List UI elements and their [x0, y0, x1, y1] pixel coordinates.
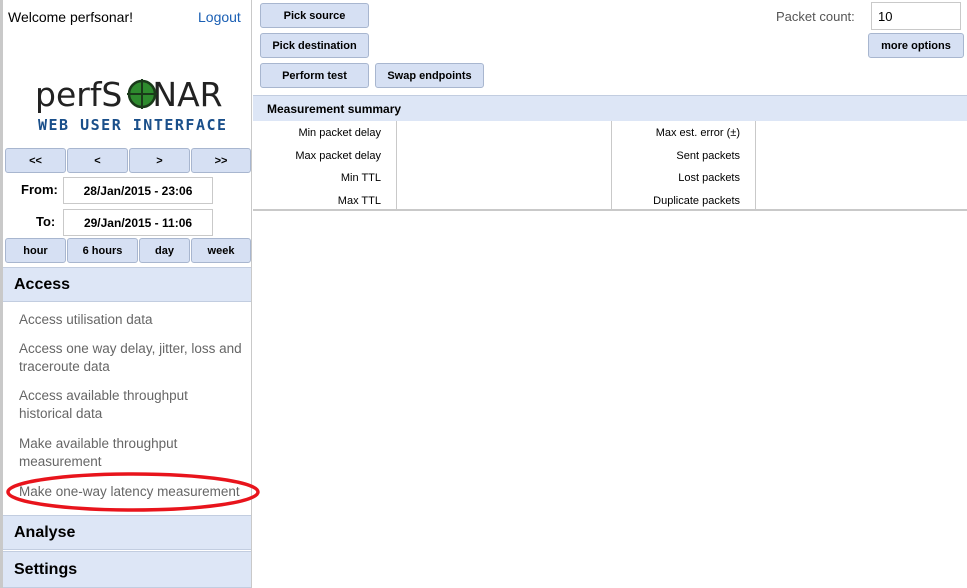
lost-packets-label: Lost packets	[678, 172, 740, 184]
access-section-header[interactable]: Access	[3, 267, 251, 302]
duplicate-packets-label: Duplicate packets	[653, 195, 740, 207]
from-date-field[interactable]: 28/Jan/2015 - 23:06	[63, 177, 213, 204]
period-week-button[interactable]: week	[191, 238, 251, 263]
sidebar: Welcome perfsonar! Logout perfS NAR WEB U…	[0, 0, 252, 588]
nav-next-button[interactable]: >	[129, 148, 190, 173]
measurement-summary-header: Measurement summary	[253, 95, 967, 121]
pick-source-button[interactable]: Pick source	[260, 3, 369, 28]
sent-packets-label: Sent packets	[676, 150, 740, 162]
table-divider	[396, 121, 397, 209]
measurement-summary-table: Min packet delay Max packet delay Min TT…	[253, 121, 967, 211]
make-throughput-measurement-link[interactable]: Make available throughput measurement	[19, 435, 244, 471]
period-6-hours-button[interactable]: 6 hours	[67, 238, 138, 263]
logo-title-part2: NAR	[152, 75, 222, 114]
max-est-error-label: Max est. error (±)	[655, 127, 740, 139]
min-packet-delay-label: Min packet delay	[298, 127, 381, 139]
from-label: From:	[21, 182, 58, 197]
logo-subtitle: WEB USER INTERFACE	[38, 116, 225, 134]
perform-test-button[interactable]: Perform test	[260, 63, 369, 88]
max-ttl-label: Max TTL	[337, 195, 381, 207]
period-day-button[interactable]: day	[139, 238, 190, 263]
more-options-button[interactable]: more options	[868, 33, 964, 58]
min-ttl-label: Min TTL	[340, 172, 381, 184]
table-divider	[611, 121, 612, 209]
logo-title-part1: perfS	[35, 75, 122, 114]
access-throughput-history-link[interactable]: Access available throughput historical d…	[19, 387, 244, 423]
to-label: To:	[36, 214, 56, 229]
packet-count-label: Packet count:	[776, 9, 855, 24]
make-one-way-latency-link[interactable]: Make one-way latency measurement	[19, 483, 244, 501]
nav-first-button[interactable]: <<	[5, 148, 66, 173]
logout-link[interactable]: Logout	[198, 9, 241, 25]
access-one-way-delay-link[interactable]: Access one way delay, jitter, loss and t…	[19, 340, 244, 376]
welcome-text: Welcome perfsonar!	[8, 9, 134, 25]
settings-section-header[interactable]: Settings	[3, 551, 251, 588]
nav-prev-button[interactable]: <	[67, 148, 128, 173]
max-packet-delay-label: Max packet delay	[295, 150, 381, 162]
perfsonar-logo: perfS NAR WEB USER INTERFACE	[35, 75, 225, 134]
to-date-field[interactable]: 29/Jan/2015 - 11:06	[63, 209, 213, 236]
packet-count-input[interactable]: 10	[871, 2, 961, 30]
pick-destination-button[interactable]: Pick destination	[260, 33, 369, 58]
analyse-section-header[interactable]: Analyse	[3, 515, 251, 550]
access-utilisation-link[interactable]: Access utilisation data	[19, 311, 244, 329]
swap-endpoints-button[interactable]: Swap endpoints	[375, 63, 484, 88]
table-divider	[755, 121, 756, 209]
period-hour-button[interactable]: hour	[5, 238, 66, 263]
nav-last-button[interactable]: >>	[191, 148, 251, 173]
